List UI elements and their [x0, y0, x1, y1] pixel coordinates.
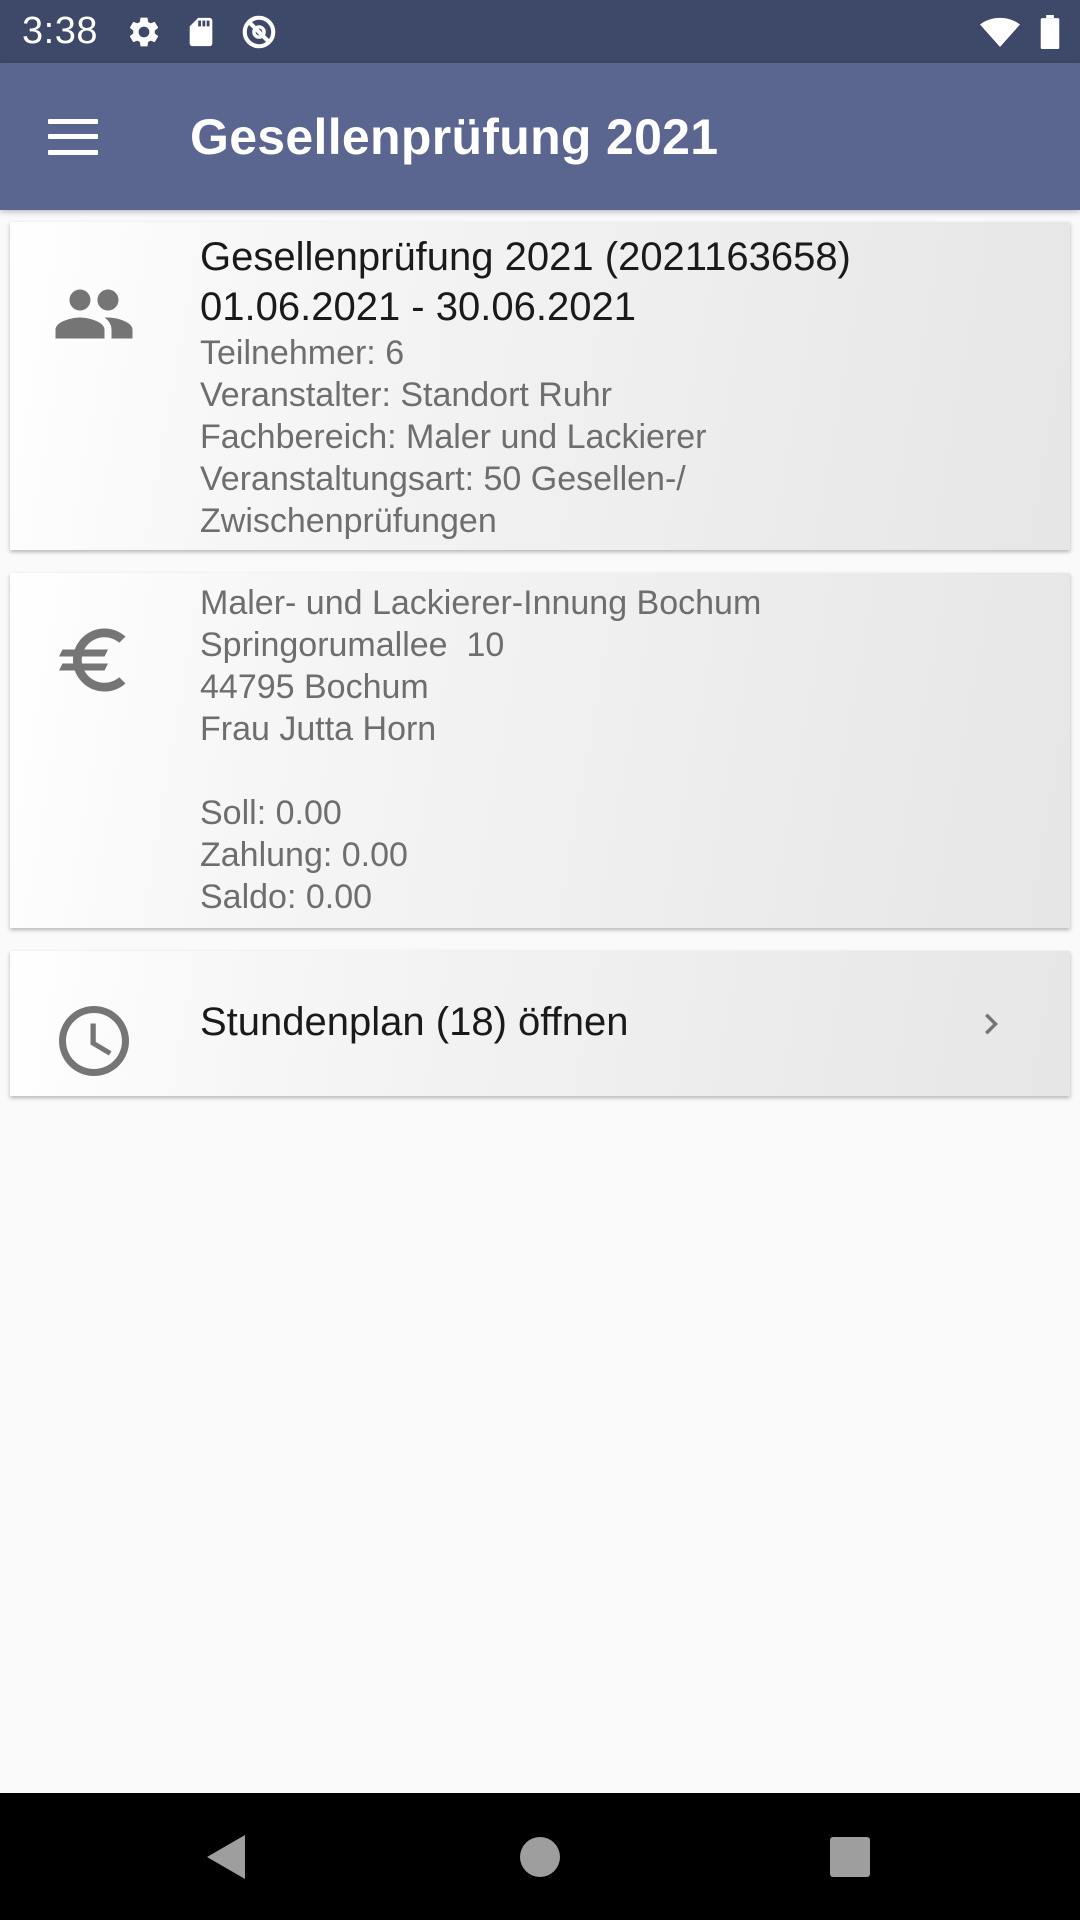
gear-icon [126, 14, 162, 50]
sync-off-icon [240, 13, 278, 51]
event-title: Gesellenprüfung 2021 (2021163658) [200, 235, 851, 279]
status-bar: 3:38 [0, 0, 1080, 63]
recents-button[interactable] [770, 1793, 930, 1920]
schedule-label: Stundenplan (18) öffnen [200, 1000, 629, 1044]
billing-spacer [200, 750, 1050, 792]
event-participants: Teilnehmer: 6 [200, 334, 405, 372]
billing-saldo: Saldo: 0.00 [200, 878, 373, 916]
event-details-card: Gesellenprüfung 2021 (2021163658) 01.06.… [10, 222, 1070, 550]
sd-card-icon [184, 15, 218, 49]
billing-card: Maler- und Lackierer-Innung Bochum Sprin… [10, 573, 1070, 928]
event-organizer: Veranstalter: Standort Ruhr [200, 376, 613, 414]
event-date-range: 01.06.2021 - 30.06.2021 [200, 285, 636, 329]
people-icon [52, 272, 136, 361]
event-type-continued: Zwischenprüfungen [200, 502, 497, 540]
event-department: Fachbereich: Maler und Lackierer [200, 418, 707, 456]
billing-contact: Frau Jutta Horn [200, 710, 437, 748]
chevron-right-icon [970, 1003, 1012, 1050]
billing-zahlung: Zahlung: 0.00 [200, 836, 408, 874]
back-button[interactable] [145, 1793, 305, 1920]
system-nav-bar [0, 1793, 1080, 1920]
menu-icon[interactable] [48, 118, 98, 155]
open-schedule-button[interactable]: Stundenplan (18) öffnen [10, 951, 1070, 1096]
status-time: 3:38 [22, 10, 98, 52]
billing-address-street: Springorumallee 10 [200, 626, 505, 664]
page-title: Gesellenprüfung 2021 [190, 108, 719, 165]
billing-address-city: 44795 Bochum [200, 668, 429, 706]
app-bar: Gesellenprüfung 2021 [0, 63, 1080, 210]
battery-icon [1040, 14, 1060, 49]
event-type: Veranstaltungsart: 50 Gesellen-/ [200, 460, 686, 498]
euro-icon [52, 618, 136, 707]
wifi-icon [980, 15, 1020, 49]
billing-address-name: Maler- und Lackierer-Innung Bochum [200, 584, 762, 622]
billing-soll: Soll: 0.00 [200, 794, 342, 832]
home-button[interactable] [460, 1793, 620, 1920]
clock-icon [52, 999, 136, 1088]
